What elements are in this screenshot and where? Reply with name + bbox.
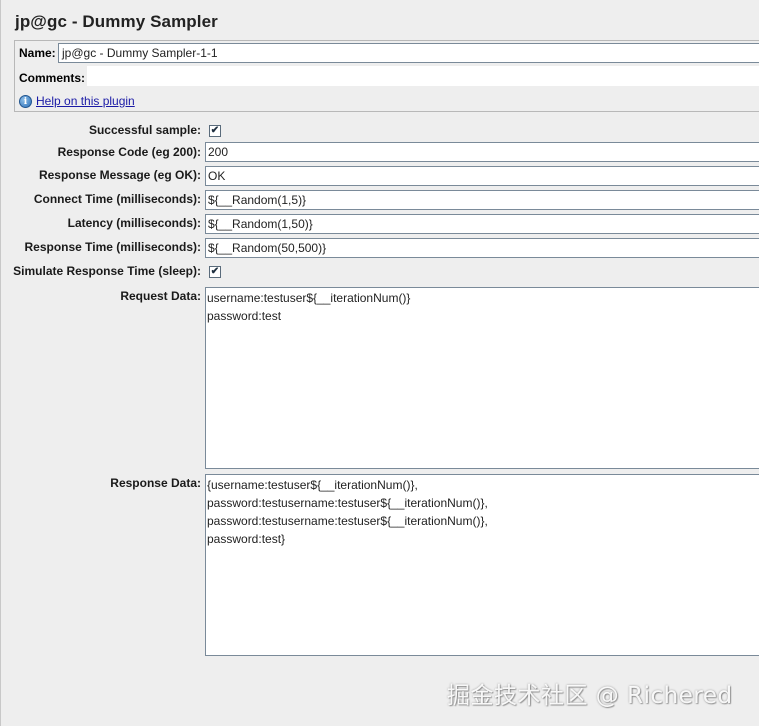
response-code-label: Response Code (eg 200): (57, 145, 201, 159)
response-data-line: password:testusername:testuser${__iterat… (207, 496, 488, 510)
dummy-sampler-panel: jp@gc - Dummy Sampler Name: jp@gc - Dumm… (0, 0, 759, 726)
simulate-response-time-label: Simulate Response Time (sleep): (13, 264, 201, 278)
response-data-label: Response Data: (110, 476, 201, 490)
name-label: Name: (19, 46, 56, 60)
response-code-input[interactable]: 200 (205, 142, 759, 162)
response-data-line: password:testusername:testuser${__iterat… (207, 514, 488, 528)
request-data-textarea[interactable]: username:testuser${__iterationNum()} pas… (205, 287, 759, 469)
watermark: 掘金技术社区 @ Richered (447, 683, 733, 709)
name-input[interactable]: jp@gc - Dummy Sampler-1-1 (58, 43, 759, 63)
response-data-textarea[interactable]: {username:testuser${__iterationNum()}, p… (205, 474, 759, 656)
connect-time-input[interactable]: ${__Random(1,5)} (205, 190, 759, 210)
request-data-label: Request Data: (120, 289, 201, 303)
comments-input[interactable] (87, 66, 759, 86)
response-time-input[interactable]: ${__Random(50,500)} (205, 238, 759, 258)
request-data-line: password:test (207, 309, 282, 323)
latency-input[interactable]: ${__Random(1,50)} (205, 214, 759, 234)
info-icon: i (19, 94, 32, 108)
latency-label: Latency (milliseconds): (67, 216, 201, 230)
comments-label: Comments: (19, 71, 86, 85)
successful-sample-checkbox[interactable]: ✔ (209, 125, 221, 137)
connect-time-label: Connect Time (milliseconds): (33, 192, 201, 206)
request-data-line: username:testuser${__iterationNum()} (207, 291, 411, 305)
response-time-label: Response Time (milliseconds): (24, 240, 202, 254)
name-comments-group: Name: jp@gc - Dummy Sampler-1-1 Comments… (14, 40, 759, 112)
response-data-line: password:test} (207, 532, 286, 546)
help-row: i Help on this plugin (19, 94, 135, 108)
response-message-input[interactable]: OK (205, 166, 759, 186)
page-title: jp@gc - Dummy Sampler (15, 12, 218, 31)
simulate-response-time-checkbox[interactable]: ✔ (209, 266, 221, 278)
successful-sample-label: Successful sample: (88, 123, 201, 137)
response-message-label: Response Message (eg OK): (38, 168, 201, 182)
response-data-line: {username:testuser${__iterationNum()}, (207, 478, 418, 492)
help-plugin-link[interactable]: Help on this plugin (36, 94, 135, 108)
